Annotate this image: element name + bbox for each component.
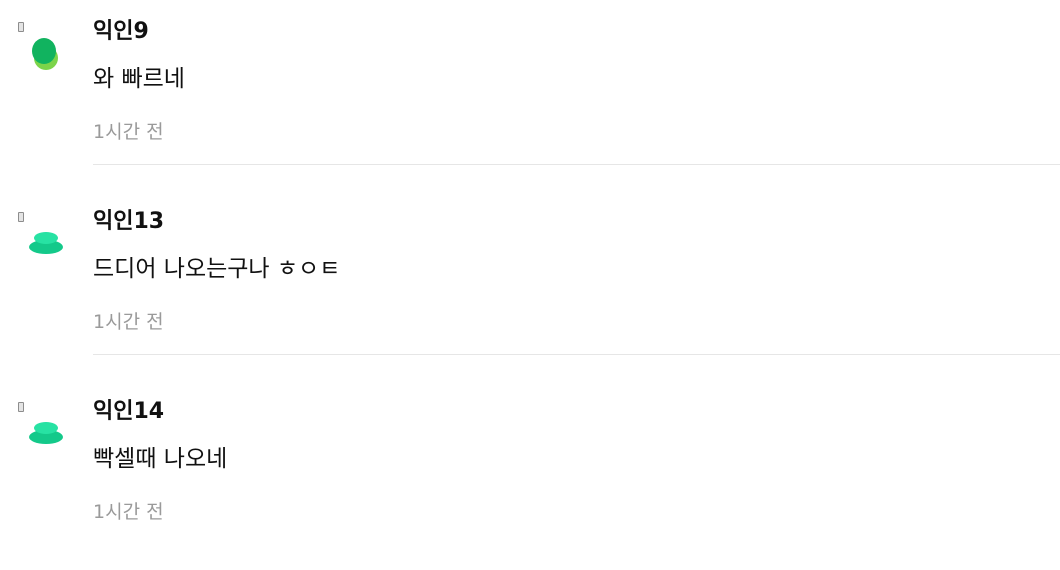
teal-disc-avatar-icon[interactable] <box>28 224 64 264</box>
comment-time: 1시간 전 <box>93 121 164 143</box>
comment-item: 익인14 빡셀때 나오네 1시간 전 <box>0 380 1060 570</box>
comment-item: 익인13 드디어 나오는구나 ㅎㅇㅌ 1시간 전 <box>0 190 1060 380</box>
comment-time: 1시간 전 <box>93 501 164 523</box>
comment-text: 드디어 나오는구나 ㅎㅇㅌ <box>93 256 341 282</box>
comment-text: 와 빠르네 <box>93 66 185 92</box>
rank-mark-icon <box>18 22 24 32</box>
rank-mark-icon <box>18 212 24 222</box>
teal-disc-avatar-icon[interactable] <box>28 414 64 454</box>
comment-time: 1시간 전 <box>93 311 164 333</box>
comment-author[interactable]: 익인14 <box>93 397 164 427</box>
comment-divider <box>93 354 1060 355</box>
comment-author[interactable]: 익인13 <box>93 207 164 237</box>
comment-divider <box>93 164 1060 165</box>
comment-item: 익인9 와 빠르네 1시간 전 <box>0 0 1060 190</box>
rank-mark-icon <box>18 402 24 412</box>
green-leaf-avatar-icon[interactable] <box>28 34 64 74</box>
comment-author[interactable]: 익인9 <box>93 17 149 47</box>
comment-text: 빡셀때 나오네 <box>93 446 228 472</box>
